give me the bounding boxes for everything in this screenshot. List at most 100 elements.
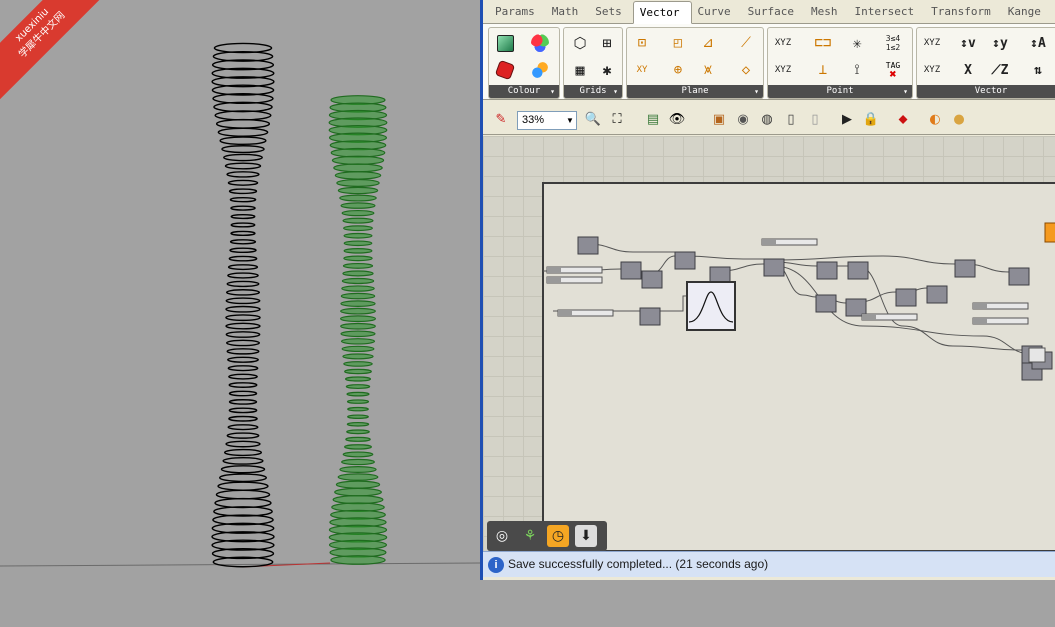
slider-grip[interactable] bbox=[973, 303, 987, 309]
component-node[interactable] bbox=[641, 270, 663, 289]
component-node[interactable] bbox=[763, 258, 785, 277]
component-node[interactable] bbox=[674, 251, 696, 270]
colour-hex-icon[interactable] bbox=[494, 59, 516, 81]
sprout-icon[interactable]: ⚘ bbox=[519, 525, 541, 547]
component-node[interactable] bbox=[639, 307, 661, 326]
colour-rgb-icon[interactable] bbox=[529, 32, 551, 54]
tower-ring bbox=[227, 356, 259, 363]
point-network-icon[interactable]: ✳ bbox=[846, 32, 868, 54]
tower-ring bbox=[227, 424, 259, 431]
plane-xy-icon[interactable]: XY bbox=[631, 59, 653, 81]
point-project-icon[interactable]: ⊥ bbox=[812, 59, 834, 81]
bake-icon[interactable]: ⬥ bbox=[893, 109, 913, 129]
vector-unit-x-icon[interactable]: X bbox=[957, 59, 979, 81]
tower-wireframe[interactable] bbox=[211, 42, 275, 568]
graph-mapper[interactable] bbox=[686, 281, 736, 331]
tower-solid-green[interactable] bbox=[328, 95, 388, 565]
plane-line-icon[interactable]: ⟋ bbox=[735, 32, 757, 54]
point-cull-icon[interactable]: ⟟ bbox=[846, 59, 868, 81]
tab-transform[interactable]: Transform bbox=[925, 3, 1002, 23]
slider-grip[interactable] bbox=[547, 277, 561, 283]
grid-hex-icon[interactable]: ⬡ bbox=[569, 32, 591, 54]
plane-align-icon[interactable]: ◇ bbox=[735, 59, 757, 81]
preview-eye-icon[interactable]: 👁 bbox=[667, 109, 687, 129]
plane-deconstruct-icon[interactable]: ⩙ bbox=[697, 59, 719, 81]
map-view-icon[interactable]: ▤ bbox=[643, 109, 663, 129]
point-distance-icon[interactable]: ⊏⊐ bbox=[812, 32, 834, 54]
slider-grip[interactable] bbox=[762, 239, 776, 245]
component-node[interactable] bbox=[895, 288, 917, 307]
component-node[interactable] bbox=[815, 294, 837, 313]
component-node[interactable] bbox=[620, 261, 642, 280]
tower-ring bbox=[228, 382, 258, 388]
plane-square-icon[interactable]: ◰ bbox=[667, 32, 689, 54]
definition-canvas[interactable]: ◎ ⚘ ◷ ⬇ bbox=[483, 136, 1055, 551]
point-tag-icon[interactable]: TAG ✖ bbox=[882, 59, 904, 81]
tower-ring bbox=[215, 489, 271, 500]
download-icon[interactable]: ⬇ bbox=[575, 525, 597, 547]
tab-params[interactable]: Params bbox=[489, 3, 546, 23]
material-icon[interactable]: ◐ bbox=[925, 109, 945, 129]
panel-parameter[interactable] bbox=[1044, 222, 1055, 243]
tower-ring bbox=[343, 361, 373, 367]
preview-selected-icon[interactable]: ▯ bbox=[805, 109, 825, 129]
component-node[interactable] bbox=[1008, 267, 1030, 286]
colour-link-icon[interactable] bbox=[529, 59, 551, 81]
plane-xz-icon[interactable]: ⊿ bbox=[697, 32, 719, 54]
component-node[interactable] bbox=[845, 298, 867, 317]
slider-grip[interactable] bbox=[558, 310, 572, 316]
lock-icon[interactable]: 🔒 bbox=[861, 109, 881, 129]
tab-sets[interactable]: Sets bbox=[589, 3, 633, 23]
galapagos-icon[interactable]: ◎ bbox=[491, 525, 513, 547]
preview-shaded-icon[interactable]: ◉ bbox=[733, 109, 753, 129]
vector-reverse-icon[interactable]: ⇅ bbox=[1027, 59, 1049, 81]
tab-vector[interactable]: Vector bbox=[632, 1, 692, 24]
solve-play-icon[interactable]: ▶ bbox=[837, 109, 857, 129]
vector-xyz-icon[interactable]: XYZ bbox=[921, 32, 943, 54]
vector-unit-v-icon[interactable]: ↕ v bbox=[957, 32, 979, 54]
grid-square-icon[interactable]: ⊞ bbox=[596, 32, 618, 54]
vector-amplitude-icon[interactable]: ↕ A bbox=[1027, 32, 1049, 54]
vector-unit-z-icon[interactable]: ⟋ Z bbox=[989, 59, 1011, 81]
zoom-search-icon[interactable]: 🔍 bbox=[583, 109, 603, 129]
plane-offset-icon[interactable]: ⊕ bbox=[667, 59, 689, 81]
point-sort-icon[interactable]: 3≤4 1≤2 bbox=[882, 32, 904, 54]
sketch-pen-icon[interactable]: ✎ bbox=[491, 109, 511, 129]
point-deconstruct-icon[interactable]: XYZ bbox=[772, 59, 794, 81]
component-node[interactable] bbox=[954, 259, 976, 278]
tab-kangaroo[interactable]: Kange bbox=[1002, 3, 1052, 23]
panel-parameter-small[interactable] bbox=[1028, 347, 1046, 363]
tab-curve[interactable]: Curve bbox=[692, 3, 742, 23]
settings-egg-icon[interactable]: ● bbox=[949, 109, 969, 129]
component-node[interactable] bbox=[816, 261, 838, 280]
component-node[interactable] bbox=[577, 236, 599, 255]
tab-intersect[interactable]: Intersect bbox=[848, 3, 925, 23]
zoom-extents-icon[interactable]: ⛶ bbox=[607, 109, 627, 129]
tab-mesh[interactable]: Mesh bbox=[805, 3, 849, 23]
slider-grip[interactable] bbox=[547, 267, 561, 273]
plane-origin-icon[interactable]: ⊡ bbox=[631, 32, 653, 54]
grid-rect-icon[interactable]: ▦ bbox=[569, 59, 591, 81]
timer-icon[interactable]: ◷ bbox=[547, 525, 569, 547]
tower-ring bbox=[342, 217, 374, 224]
tab-surface[interactable]: Surface bbox=[742, 3, 805, 23]
ribbon-label-point: Point ▾ bbox=[768, 85, 912, 98]
preview-off-icon[interactable]: ▯ bbox=[781, 109, 801, 129]
slider-grip[interactable] bbox=[862, 314, 876, 320]
vector-unit-y-icon[interactable]: ↕ y bbox=[989, 32, 1011, 54]
vector-deconstruct-icon[interactable]: XYZ bbox=[921, 59, 943, 81]
cluster-box-icon[interactable]: ▣ bbox=[709, 109, 729, 129]
component-node[interactable] bbox=[847, 261, 869, 280]
rhino-viewport[interactable]: xuexiniu 学犀牛中文网 bbox=[0, 0, 480, 627]
slider-grip[interactable] bbox=[973, 318, 987, 324]
component-node[interactable] bbox=[926, 285, 948, 304]
point-construct-icon[interactable]: XYZ bbox=[772, 32, 794, 54]
colour-swatch-icon[interactable] bbox=[494, 32, 516, 54]
zoom-select[interactable]: 33% ▼ bbox=[517, 111, 577, 130]
grid-radial-icon[interactable]: ✱ bbox=[596, 59, 618, 81]
ribbon-label-colour-text: Colour bbox=[507, 86, 541, 96]
preview-wire-icon[interactable]: ◍ bbox=[757, 109, 777, 129]
tower-ring bbox=[330, 555, 386, 565]
tab-math[interactable]: Math bbox=[546, 3, 590, 23]
tower-ring bbox=[225, 440, 261, 448]
